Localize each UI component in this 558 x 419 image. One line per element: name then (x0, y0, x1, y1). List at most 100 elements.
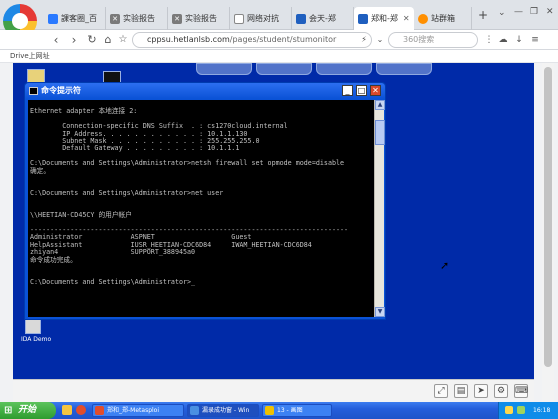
tab-7-label: 站群箱 (431, 14, 455, 23)
search-input[interactable]: 360搜索 (388, 32, 478, 48)
cmd-line: zhiyan4 SUPPORT_388945a0 (30, 248, 196, 257)
tools-icon: ✕ (172, 13, 182, 24)
blue-square-icon (48, 13, 58, 24)
taskbar-item-label: 郑和_郑-Metasploi (107, 407, 160, 414)
new-tab-button[interactable]: + (478, 8, 488, 22)
cmd-line: C:\Documents and Settings\Administrator>… (30, 159, 345, 168)
taskbar-item-label: 13 - 画图 (277, 407, 303, 414)
quicklaunch-browser-icon[interactable] (76, 405, 86, 415)
taskbar-item-metasploit[interactable]: 郑和_郑-Metasploi (92, 404, 184, 417)
shield-icon (296, 13, 306, 24)
maximize-window-icon[interactable]: ❐ (530, 7, 538, 17)
paint-icon (265, 406, 274, 415)
tab-2[interactable]: ✕ 实验报告 (106, 7, 168, 30)
browser-toolbar: ‹ › ↻ ⌂ ☆ cppsu.hetlanlsb.com/pages/stud… (0, 30, 558, 50)
cmd-minimize-icon[interactable]: _ (342, 85, 353, 96)
forward-arrow-icon[interactable]: › (66, 30, 82, 50)
grid-menu-icon[interactable]: ⋮ (482, 30, 496, 50)
cloud-icon[interactable]: ☁ (496, 30, 510, 50)
cmd-line: C:\Documents and Settings\Administrator>… (30, 188, 224, 197)
browser-tab-bar: 課客圈_百 ✕ 实验报告 ✕ 实验报告 网络对抗 会天-郑 郑和-郑 ✕ 站群箱… (0, 0, 558, 38)
tab-4[interactable]: 网络对抗 (230, 7, 292, 30)
document-icon[interactable]: ▤ (454, 384, 468, 398)
close-window-icon[interactable]: ✕ (546, 7, 554, 17)
page-icon (234, 13, 244, 24)
frame-scroll-thumb[interactable] (544, 67, 552, 367)
ida-demo-icon[interactable] (25, 318, 41, 334)
cmd-line: C:\Documents and Settings\Administrator>… (30, 277, 196, 286)
command-prompt-window[interactable]: 命令提示符 _ □ ✕ Ethernet adapter 本地连接 2: Con… (24, 82, 386, 320)
dropdown-chevron-icon[interactable]: ⌄ (374, 30, 386, 50)
cmd-maximize-icon[interactable]: □ (356, 85, 367, 96)
start-button[interactable]: 开始 (0, 402, 56, 419)
tray-volume-icon[interactable] (517, 406, 525, 414)
minimize-window-icon[interactable]: — (514, 7, 523, 17)
cmd-line: \\HEETIAN-CD45CY 的用户帐户 (30, 211, 132, 220)
windows-taskbar: 开始 郑和_郑-Metasploi 漏录成功窗 - Win 13 - 画图 16… (0, 402, 558, 419)
clock: 16:18 (533, 407, 551, 414)
close-tab-icon[interactable]: ✕ (403, 14, 410, 23)
scroll-down-icon[interactable]: ▼ (375, 307, 385, 317)
remote-control-bar: ⤢ ▤ ➤ ⚙ ⌨ (13, 379, 534, 402)
cmd-scrollbar[interactable]: ▲ ▼ (374, 100, 385, 317)
window-icon (190, 406, 199, 415)
fullscreen-icon[interactable]: ⤢ (434, 384, 448, 398)
tab-7[interactable]: 站群箱 (414, 7, 472, 30)
cmd-line (30, 175, 372, 182)
cmd-console[interactable]: Ethernet adapter 本地连接 2: Connection-spec… (28, 100, 374, 317)
tray-network-icon[interactable] (505, 406, 513, 414)
cmd-title: 命令提示符 (41, 86, 81, 95)
url-host: cppsu.hetlanlsb.com (147, 35, 230, 44)
cmd-line: Default Gateway . . . . . . . . . : 10.1… (30, 144, 240, 153)
cmd-close-icon[interactable]: ✕ (370, 85, 381, 96)
download-icon[interactable]: ↓ (512, 30, 526, 50)
bookmark-item[interactable]: Drive上网址 (10, 52, 50, 60)
scroll-thumb[interactable] (375, 120, 385, 145)
remote-toolbar-pill[interactable] (256, 63, 312, 75)
reload-icon[interactable]: ↻ (84, 30, 100, 50)
cmd-output: Ethernet adapter 本地连接 2: Connection-spec… (28, 100, 374, 287)
quicklaunch-folder-icon[interactable] (62, 405, 72, 415)
cmd-app-icon (29, 87, 38, 95)
tab-5[interactable]: 会天-郑 (292, 7, 354, 30)
tab-6-active[interactable]: 郑和-郑 ✕ (354, 7, 414, 30)
tools-icon: ✕ (110, 13, 120, 24)
cmd-line (30, 197, 372, 204)
cmd-line (30, 264, 372, 271)
shield-icon (358, 13, 368, 24)
cmd-line: Ethernet adapter 本地连接 2: (30, 107, 138, 116)
keyboard-icon[interactable]: ⌨ (514, 384, 528, 398)
cmd-line: 命令成功完成。 (30, 255, 77, 264)
system-tray: 16:18 (498, 402, 558, 419)
remote-toolbar-pill[interactable] (316, 63, 372, 75)
tab-1[interactable]: 課客圈_百 (44, 7, 106, 30)
tab-3-label: 实验报告 (185, 14, 217, 23)
tab-3[interactable]: ✕ 实验报告 (168, 7, 230, 30)
home-icon[interactable]: ⌂ (100, 30, 116, 50)
taskbar-item-paint[interactable]: 13 - 画图 (262, 404, 332, 417)
tab-2-label: 实验报告 (123, 14, 155, 23)
cmd-line: 确定。 (30, 166, 51, 175)
ida-demo-label: IDA Demo (21, 336, 52, 343)
address-bar[interactable]: cppsu.hetlanlsb.com/pages/student/stumon… (132, 32, 372, 48)
metasploit-icon (95, 406, 104, 415)
tab-list-icon[interactable]: ⌄ (498, 8, 506, 18)
lightning-icon[interactable]: ⚡ (358, 30, 370, 50)
bookmark-star-icon[interactable]: ☆ (116, 30, 130, 50)
settings-icon[interactable]: ⚙ (494, 384, 508, 398)
mouse-cursor-icon: ➚ (440, 259, 450, 272)
taskbar-item-login[interactable]: 漏录成功窗 - Win (187, 404, 259, 417)
cmd-title-bar[interactable]: 命令提示符 _ □ ✕ (25, 83, 385, 99)
paper-plane-icon[interactable]: ➤ (474, 384, 488, 398)
remote-toolbar-pill[interactable] (196, 63, 252, 75)
globe-icon (418, 13, 428, 24)
scroll-up-icon[interactable]: ▲ (375, 100, 385, 110)
frame-scrollbar[interactable] (542, 63, 554, 402)
remote-toolbar-pill[interactable] (376, 63, 432, 75)
tab-5-label: 会天-郑 (309, 14, 336, 23)
taskbar-item-label: 漏录成功窗 - Win (202, 407, 250, 414)
back-arrow-icon[interactable]: ‹ (48, 30, 64, 50)
menu-icon[interactable]: ≡ (528, 30, 542, 50)
tab-1-label: 課客圈_百 (61, 14, 97, 23)
tab-6-label: 郑和-郑 (371, 14, 398, 23)
